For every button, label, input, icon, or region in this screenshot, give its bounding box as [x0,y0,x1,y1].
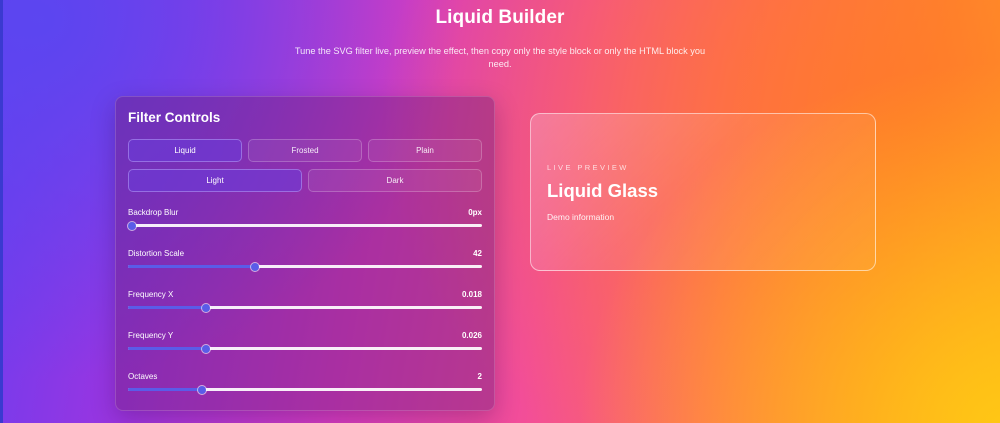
theme-selector: Light Dark [128,169,482,192]
slider-fill [128,306,206,309]
slider-value: 2 [477,371,482,381]
page-title: Liquid Builder [435,7,565,28]
slider-label: Distortion Scale [128,248,185,258]
slider-track[interactable] [128,385,482,394]
slider-value: 42 [473,248,482,258]
slider-label: Octaves [128,371,158,381]
live-preview-card: LIVE PREVIEW Liquid Glass Demo informati… [530,113,876,271]
mode-liquid-button[interactable]: Liquid [128,139,242,162]
preview-text: Demo information [547,212,615,222]
slider-thumb[interactable] [198,385,207,394]
slider-track[interactable] [128,344,482,353]
slider-thumb[interactable] [128,221,136,230]
slider-frequency-x: Frequency X 0.018 [128,289,482,312]
page-subtitle: Tune the SVG filter live, preview the ef… [294,46,706,69]
slider-thumb[interactable] [201,344,210,353]
preview-kicker: LIVE PREVIEW [547,163,629,172]
slider-backdrop-blur: Backdrop Blur 0px [128,207,482,230]
slider-fill [128,265,256,268]
slider-fill [128,347,206,350]
slider-octaves: Octaves 2 [128,371,482,394]
slider-distortion-scale: Distortion Scale 42 [128,248,482,271]
slider-value: 0px [468,207,482,217]
mode-frosted-button[interactable]: Frosted [248,139,362,162]
filter-controls-panel: Filter Controls Liquid Frosted Plain Lig… [115,96,495,411]
slider-thumb[interactable] [201,303,210,312]
mode-plain-button[interactable]: Plain [368,139,482,162]
slider-track[interactable] [128,221,482,230]
slider-label: Backdrop Blur [128,207,179,217]
slider-value: 0.018 [461,289,482,299]
mode-selector: Liquid Frosted Plain [128,139,482,162]
slider-frequency-y: Frequency Y 0.026 [128,330,482,353]
preview-title: Liquid Glass [547,180,659,201]
slider-thumb[interactable] [251,262,260,271]
slider-value: 0.026 [461,330,482,340]
slider-label: Frequency X [128,289,174,299]
panel-title: Filter Controls [128,110,221,125]
slider-track[interactable] [128,303,482,312]
window-edge [0,0,3,423]
slider-track[interactable] [128,262,482,271]
slider-fill [128,388,203,391]
theme-light-button[interactable]: Light [128,169,302,192]
theme-dark-button[interactable]: Dark [308,169,482,192]
slider-label: Frequency Y [128,330,174,340]
